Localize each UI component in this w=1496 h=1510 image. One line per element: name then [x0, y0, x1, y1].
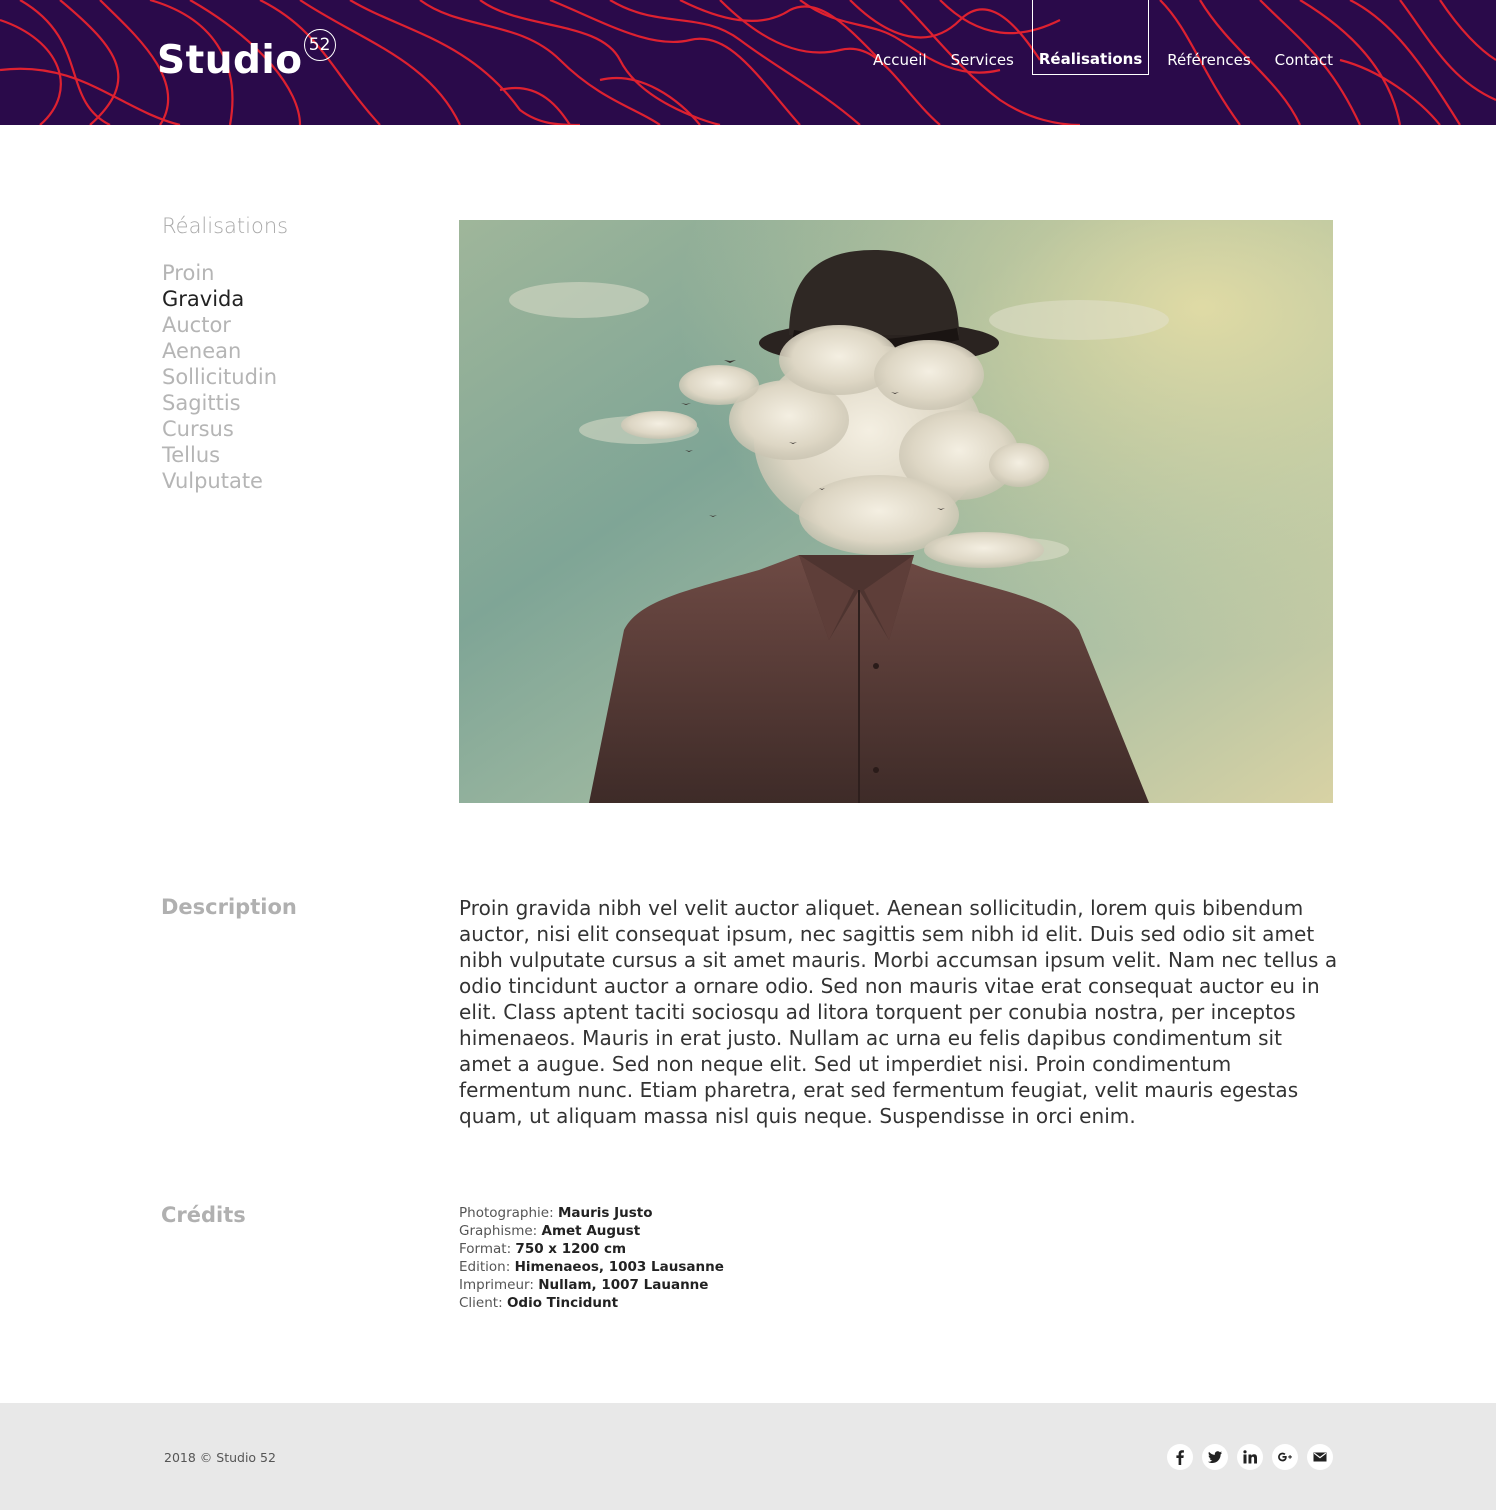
credit-value: Odio Tincidunt: [506, 1295, 619, 1311]
project-item[interactable]: Proin: [162, 260, 277, 286]
credit-row: Client: Odio Tincidunt: [459, 1294, 724, 1312]
twitter-icon[interactable]: [1202, 1444, 1228, 1470]
linkedin-icon[interactable]: [1237, 1444, 1263, 1470]
project-list: Proin Gravida Auctor Aenean Sollicitudin…: [162, 260, 277, 494]
credits-label: Crédits: [161, 1203, 246, 1227]
main-nav: Accueil Services Réalisations Références…: [861, 0, 1333, 75]
credit-row: Imprimeur: Nullam, 1007 Lauanne: [459, 1276, 724, 1294]
sidebar-title: Réalisations: [162, 214, 289, 238]
project-item[interactable]: Sollicitudin: [162, 364, 277, 390]
mail-icon[interactable]: [1307, 1444, 1333, 1470]
project-item[interactable]: Auctor: [162, 312, 277, 338]
credits-list: Photographie: Mauris Justo Graphisme: Am…: [459, 1204, 724, 1312]
credit-row: Edition: Himenaeos, 1003 Lausanne: [459, 1258, 724, 1276]
credit-key: Client:: [459, 1295, 503, 1311]
credit-key: Edition:: [459, 1259, 511, 1275]
project-item[interactable]: Tellus: [162, 442, 277, 468]
logo-badge: 52: [303, 29, 336, 61]
credit-row: Format: 750 x 1200 cm: [459, 1240, 724, 1258]
credit-row: Graphisme: Amet August: [459, 1222, 724, 1240]
site-footer: 2018 © Studio 52: [0, 1403, 1496, 1510]
credit-value: Amet August: [541, 1223, 641, 1239]
credit-key: Imprimeur:: [459, 1277, 534, 1293]
nav-item-contact[interactable]: Contact: [1263, 50, 1333, 75]
site-header: Studio 52 Accueil Services Réalisations …: [0, 0, 1496, 125]
cloud-head-illustration: [459, 220, 1333, 803]
description-label: Description: [161, 895, 297, 919]
project-item[interactable]: Cursus: [162, 416, 277, 442]
project-image: [459, 220, 1333, 803]
social-links: [1167, 1444, 1333, 1470]
nav-item-references[interactable]: Références: [1155, 50, 1262, 75]
nav-item-accueil[interactable]: Accueil: [861, 50, 939, 75]
credit-value: Nullam, 1007 Lauanne: [538, 1277, 709, 1293]
project-item[interactable]: Vulputate: [162, 468, 277, 494]
credit-key: Graphisme:: [459, 1223, 538, 1239]
credit-key: Format:: [459, 1241, 512, 1257]
nav-item-services[interactable]: Services: [939, 50, 1026, 75]
google-plus-icon[interactable]: [1272, 1444, 1298, 1470]
project-item[interactable]: Aenean: [162, 338, 277, 364]
description-text: Proin gravida nibh vel velit auctor aliq…: [459, 896, 1338, 1128]
nav-item-realisations[interactable]: Réalisations: [1031, 0, 1150, 75]
facebook-icon[interactable]: [1167, 1444, 1193, 1470]
credit-value: Mauris Justo: [557, 1205, 653, 1221]
copyright-text: 2018 © Studio 52: [164, 1450, 276, 1465]
logo-text: Studio: [157, 38, 303, 83]
credit-value: 750 x 1200 cm: [515, 1241, 627, 1257]
credit-value: Himenaeos, 1003 Lausanne: [514, 1259, 724, 1275]
project-item[interactable]: Sagittis: [162, 390, 277, 416]
credit-row: Photographie: Mauris Justo: [459, 1204, 724, 1222]
project-item-current[interactable]: Gravida: [162, 286, 277, 312]
site-logo[interactable]: Studio 52: [157, 29, 336, 84]
credit-key: Photographie:: [459, 1205, 554, 1221]
